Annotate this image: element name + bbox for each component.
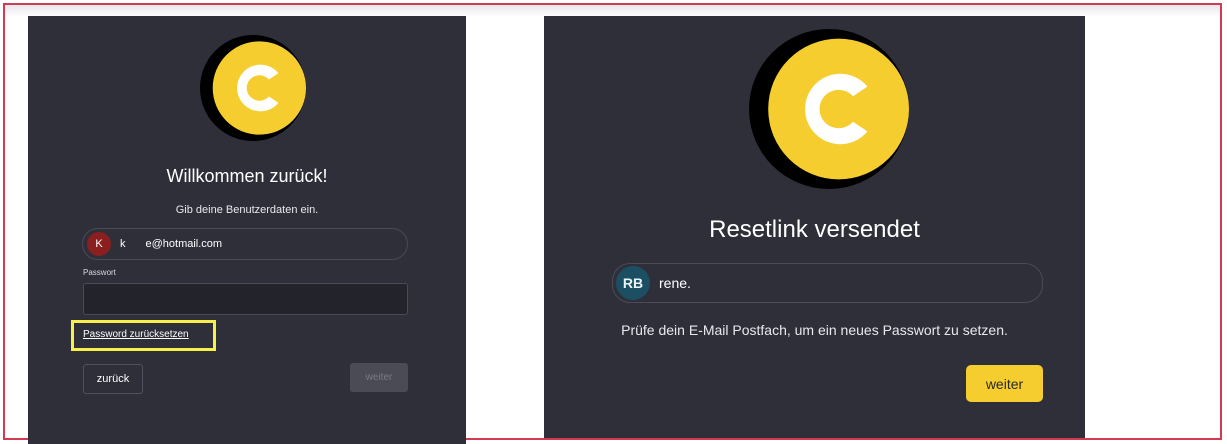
c-logo-icon (749, 29, 909, 189)
user-name: rene. (659, 275, 691, 291)
login-subtitle: Gib deine Benutzerdaten ein. (175, 204, 319, 216)
reset-message: Prüfe dein E-Mail Postfach, um ein neues… (621, 322, 1008, 338)
next-button[interactable]: weiter (966, 365, 1043, 402)
password-label: Passwort (83, 268, 116, 277)
user-account-pill[interactable]: K k e@hotmail.com (82, 228, 408, 260)
login-panel: Willkommen zurück! Gib deine Benutzerdat… (28, 16, 466, 444)
back-button[interactable]: zurück (83, 364, 143, 394)
user-email: e@hotmail.com (145, 238, 223, 250)
reset-password-link[interactable]: Password zurücksetzen (83, 329, 189, 340)
reset-title: Resetlink versendet (709, 216, 920, 243)
reset-confirmation-panel: Resetlink versendet RB rene. Prüfe dein … (544, 16, 1085, 438)
user-account-pill[interactable]: RB rene. (612, 263, 1043, 303)
password-input[interactable] (83, 283, 408, 315)
login-title: Willkommen zurück! (166, 166, 328, 186)
avatar: K (87, 232, 111, 256)
c-logo-icon (200, 35, 306, 141)
next-button[interactable]: weiter (350, 363, 408, 392)
user-name: k (120, 238, 126, 250)
avatar: RB (616, 266, 650, 300)
